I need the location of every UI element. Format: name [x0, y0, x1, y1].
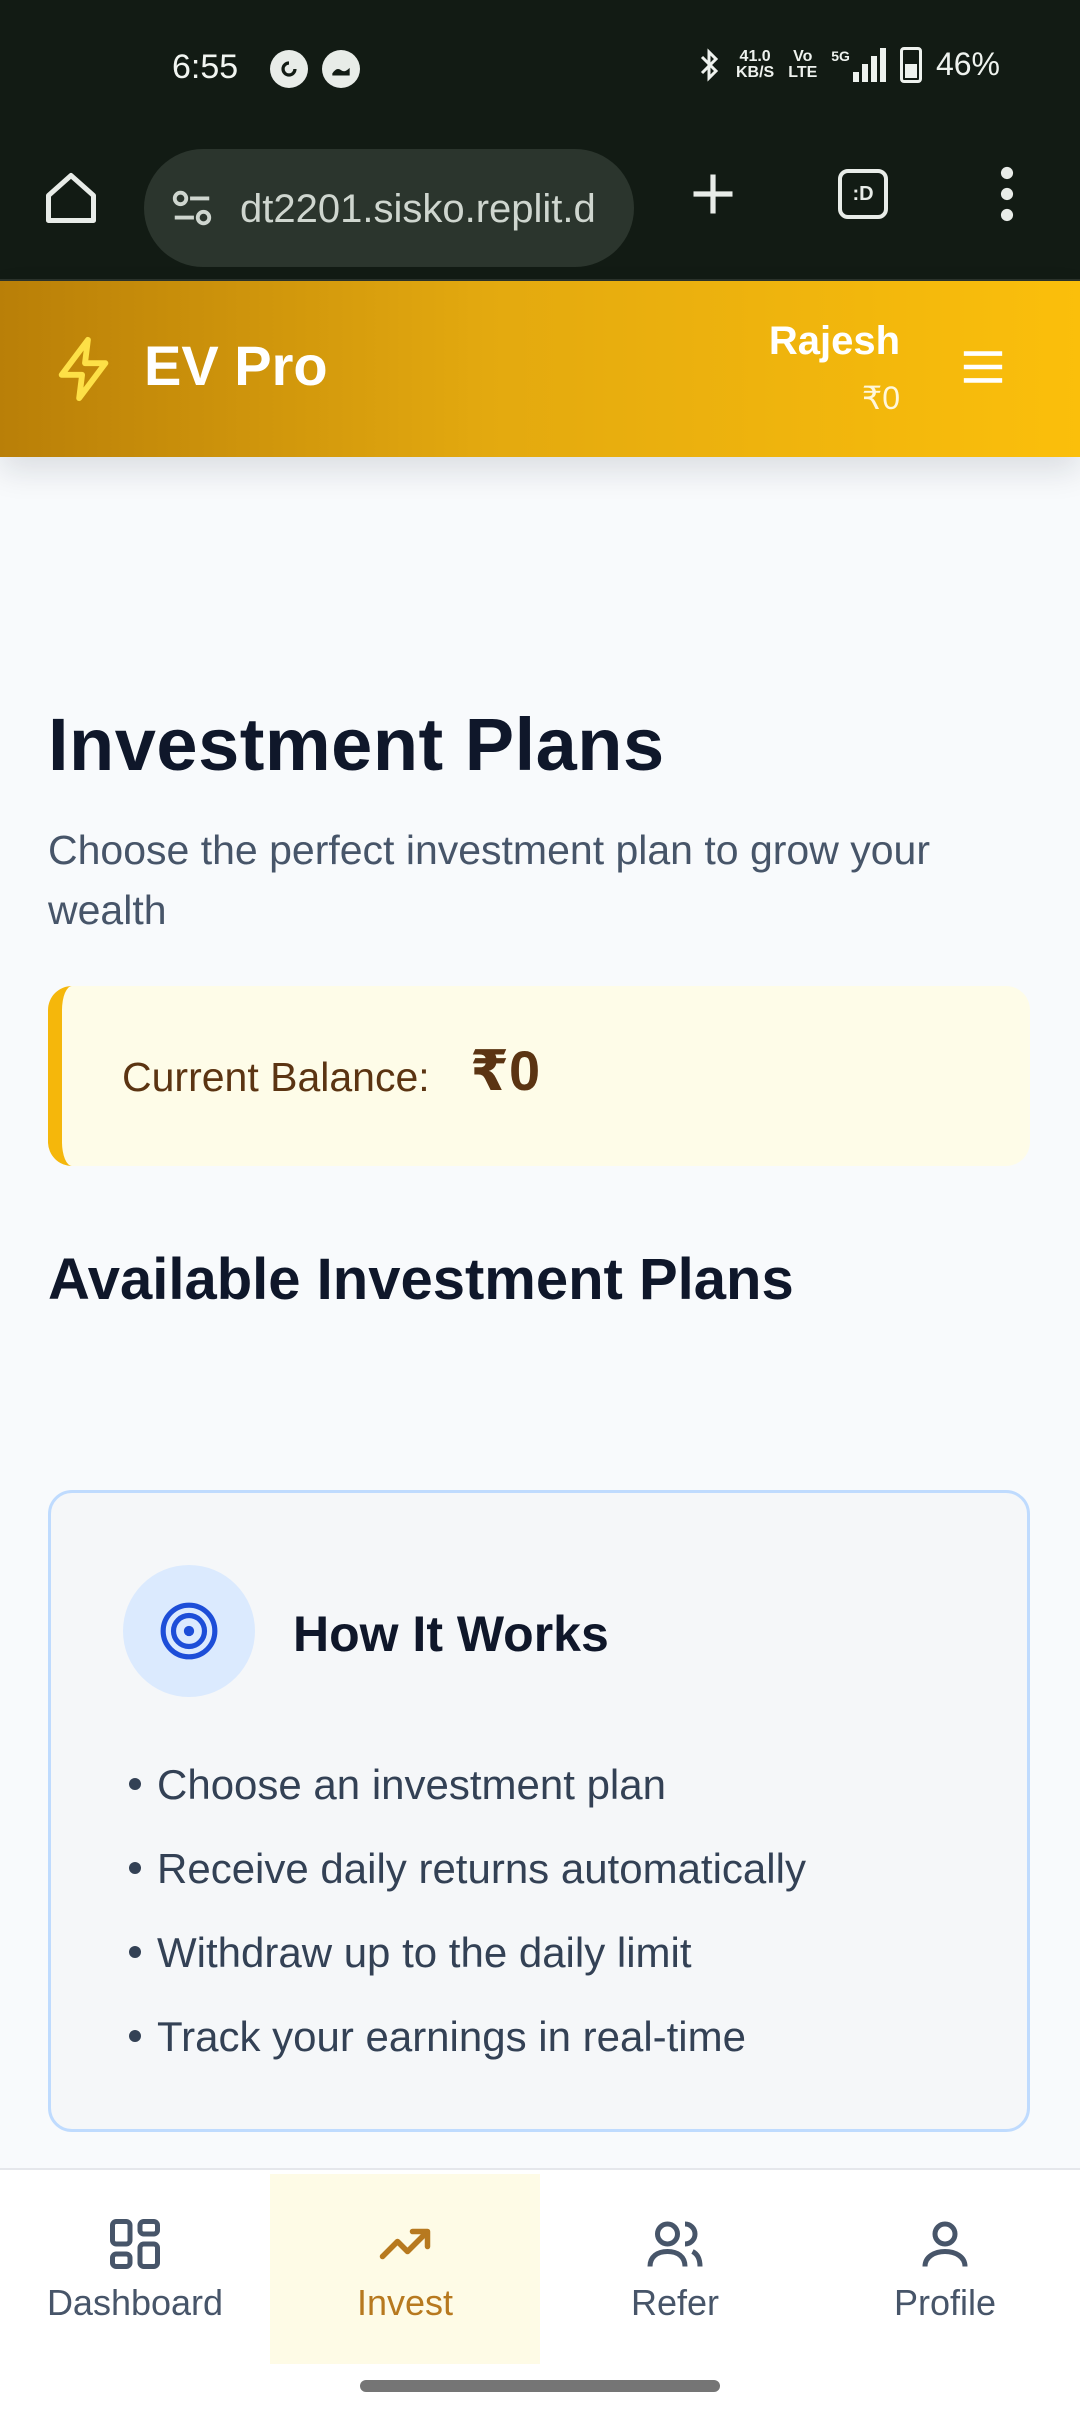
how-it-works-title: How It Works [293, 1606, 609, 1662]
home-icon [46, 173, 96, 223]
balance-value: ₹0 [470, 1039, 541, 1102]
target-icon [123, 1565, 255, 1697]
bluetooth-icon [700, 47, 719, 82]
lightning-icon [58, 336, 109, 402]
home-button[interactable] [38, 165, 104, 231]
url-text: dt2201.sisko.replit.d [240, 187, 596, 231]
nav-item-refer[interactable]: Refer [540, 2174, 810, 2364]
page-title: Investment Plans [48, 703, 665, 786]
notification-icons [270, 50, 360, 88]
site-settings-icon[interactable] [168, 185, 216, 231]
trending-up-icon [379, 2228, 431, 2260]
status-bar: 6:55 41.0 KB/S Vo LTE 5G 46% [0, 0, 1080, 135]
user-icon [922, 2221, 968, 2267]
nav-label: Profile [893, 2282, 997, 2323]
balance-label: Current Balance: [122, 1054, 430, 1100]
bottom-nav: Dashboard Invest Refer Profile [0, 2168, 1080, 2412]
net-speed: 41.0 KB/S [736, 47, 775, 81]
how-it-works-list: Choose an investment plan Receive daily … [129, 1743, 806, 2079]
nav-label: Refer [630, 2282, 720, 2323]
nav-label: Invest [356, 2282, 454, 2323]
new-tab-button[interactable] [678, 159, 748, 229]
address-bar[interactable]: dt2201.sisko.replit.d [144, 149, 634, 267]
browser-toolbar: dt2201.sisko.replit.d :D [0, 135, 1080, 281]
nav-item-invest[interactable]: Invest [270, 2174, 540, 2364]
brand-name[interactable]: EV Pro [144, 333, 328, 398]
gesture-bar[interactable] [360, 2380, 720, 2392]
status-time: 6:55 [172, 48, 239, 86]
list-item: Choose an investment plan [129, 1743, 806, 1827]
section-title: Available Investment Plans [48, 1247, 794, 1312]
nav-label: Dashboard [46, 2282, 224, 2323]
users-icon [647, 2221, 703, 2267]
tab-switcher-button[interactable]: :D [828, 159, 898, 229]
dashboard-icon [110, 2219, 160, 2269]
more-vert-icon [1000, 166, 1014, 222]
list-item: Receive daily returns automatically [129, 1827, 806, 1911]
user-name: Rajesh [768, 319, 900, 363]
battery-percent: 46% [935, 46, 1000, 82]
user-balance: ₹0 [861, 380, 900, 416]
hamburger-menu-icon[interactable] [960, 347, 1006, 387]
volte-indicator: Vo LTE [788, 47, 818, 81]
sync-app-icon [270, 50, 308, 88]
photo-app-icon [322, 50, 360, 88]
tab-count: :D [838, 169, 888, 219]
page-subtitle: Choose the perfect investment plan to gr… [48, 827, 930, 933]
battery-icon [899, 46, 922, 83]
list-item: Withdraw up to the daily limit [129, 1911, 806, 1995]
nav-item-dashboard[interactable]: Dashboard [0, 2174, 270, 2364]
app-header: EV Pro Rajesh ₹0 [0, 281, 1080, 457]
how-it-works-card: How It Works Choose an investment plan R… [48, 1490, 1030, 2132]
current-balance-card: Current Balance: ₹0 [48, 986, 1030, 1166]
browser-menu-button[interactable] [972, 159, 1042, 229]
nav-item-profile[interactable]: Profile [810, 2174, 1080, 2364]
plus-icon [693, 174, 733, 214]
system-status: 41.0 KB/S Vo LTE 5G 46% [698, 46, 1000, 83]
list-item: Track your earnings in real-time [129, 1995, 806, 2079]
signal-icon: 5G [831, 47, 886, 82]
